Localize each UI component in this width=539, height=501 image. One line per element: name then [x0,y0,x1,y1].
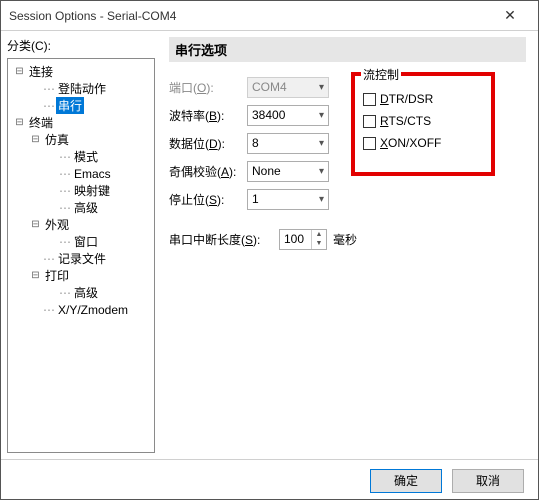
tree-connector: ⋯ [59,286,72,300]
titlebar: Session Options - Serial-COM4 ✕ [1,1,538,31]
tree-item[interactable]: ⋯高级 [10,199,152,216]
tree-connector: ⋯ [59,150,72,164]
baud-combo[interactable]: 38400 ▾ [247,105,329,126]
flow-control-groupbox: 流控制 DTR/DSRRTS/CTSXON/XOFF [351,72,495,176]
break-spinner[interactable]: 100 ▲ ▼ [279,229,327,250]
tree-item[interactable]: ⊟终端 [10,114,152,131]
tree-item-label: 终端 [27,114,55,131]
chevron-down-icon[interactable]: ▾ [319,194,324,205]
tree-item-label: 外观 [43,216,71,233]
serial-form: 流控制 DTR/DSRRTS/CTSXON/XOFF 端口(O): COM4 ▾… [169,74,526,252]
category-tree[interactable]: ⊟连接⋯登陆动作⋯串行⊟终端⊟仿真⋯模式⋯Emacs⋯映射键⋯高级⊟外观⋯窗口⋯… [7,58,155,453]
tree-connector: ⋯ [59,235,72,249]
port-combo: COM4 ▾ [247,77,329,98]
tree-item-label: X/Y/Zmodem [56,303,130,317]
tree-expander-icon[interactable]: ⊟ [30,219,41,230]
tree-item-label: 打印 [43,267,71,284]
spinner-down-icon[interactable]: ▼ [312,239,326,249]
tree-item[interactable]: ⋯登陆动作 [10,80,152,97]
parity-combo[interactable]: None ▾ [247,161,329,182]
port-label: 端口(O): [169,79,247,96]
tree-connector: ⋯ [59,184,72,198]
row-break: 串口中断长度(S): 100 ▲ ▼ 毫秒 [169,226,526,252]
checkbox-box[interactable] [363,93,376,106]
chevron-down-icon[interactable]: ▾ [319,138,324,149]
spinner-up-icon[interactable]: ▲ [312,230,326,240]
category-label: 分类(C): [7,37,155,54]
tree-item[interactable]: ⊟仿真 [10,131,152,148]
tree-connector: ⋯ [59,167,72,181]
tree-item-label: 连接 [27,63,55,80]
tree-item-label: Emacs [72,167,113,181]
tree-item[interactable]: ⋯X/Y/Zmodem [10,301,152,318]
checkbox-label: XON/XOFF [380,136,441,150]
chevron-down-icon[interactable]: ▾ [319,166,324,177]
tree-connector: ⋯ [43,99,56,113]
databits-combo[interactable]: 8 ▾ [247,133,329,154]
tree-item[interactable]: ⊟连接 [10,63,152,80]
tree-expander-icon[interactable]: ⊟ [14,117,25,128]
tree-item[interactable]: ⋯映射键 [10,182,152,199]
tree-item[interactable]: ⊟打印 [10,267,152,284]
tree-item-label: 高级 [72,199,100,216]
section-title: 串行选项 [169,37,526,62]
tree-connector: ⋯ [43,82,56,96]
break-label: 串口中断长度(S): [169,231,279,248]
baud-label: 波特率(B): [169,107,247,124]
chevron-down-icon[interactable]: ▾ [319,110,324,121]
flow-checkbox[interactable]: RTS/CTS [363,110,483,132]
tree-connector: ⋯ [43,303,56,317]
close-icon[interactable]: ✕ [490,2,530,30]
tree-item-label: 窗口 [72,233,100,250]
chevron-down-icon: ▾ [319,82,324,93]
tree-expander-icon[interactable]: ⊟ [30,134,41,145]
tree-item-label: 登陆动作 [56,80,108,97]
stopbits-label: 停止位(S): [169,191,247,208]
tree-item-label: 高级 [72,284,100,301]
flow-control-legend: 流控制 [361,66,401,80]
tree-item-label: 模式 [72,148,100,165]
parity-label: 奇偶校验(A): [169,163,247,180]
cancel-button[interactable]: 取消 [452,469,524,493]
tree-item[interactable]: ⋯记录文件 [10,250,152,267]
databits-label: 数据位(D): [169,135,247,152]
stopbits-combo[interactable]: 1 ▾ [247,189,329,210]
checkbox-label: DTR/DSR [380,92,433,106]
tree-item-label: 映射键 [72,182,112,199]
tree-item[interactable]: ⋯高级 [10,284,152,301]
checkbox-label: RTS/CTS [380,114,431,128]
tree-connector: ⋯ [43,252,56,266]
tree-connector: ⋯ [59,201,72,215]
ok-button[interactable]: 确定 [370,469,442,493]
checkbox-box[interactable] [363,137,376,150]
left-panel: 分类(C): ⊟连接⋯登陆动作⋯串行⊟终端⊟仿真⋯模式⋯Emacs⋯映射键⋯高级… [1,31,161,459]
tree-item-label: 串行 [56,97,84,114]
tree-item[interactable]: ⋯串行 [10,97,152,114]
tree-item[interactable]: ⊟外观 [10,216,152,233]
break-unit: 毫秒 [333,231,357,248]
checkbox-box[interactable] [363,115,376,128]
tree-item-label: 仿真 [43,131,71,148]
tree-item[interactable]: ⋯模式 [10,148,152,165]
tree-expander-icon[interactable]: ⊟ [14,66,25,77]
window-title: Session Options - Serial-COM4 [9,9,490,23]
tree-item[interactable]: ⋯窗口 [10,233,152,250]
row-stopbits: 停止位(S): 1 ▾ [169,186,526,212]
footer: 确定 取消 [1,459,538,501]
right-panel: 串行选项 流控制 DTR/DSR RTS/CTS XON/XOFF 端口(O): C… [161,31,538,459]
flow-checkbox[interactable]: XON/XOFF [363,132,483,154]
tree-item[interactable]: ⋯Emacs [10,165,152,182]
tree-expander-icon[interactable]: ⊟ [30,270,41,281]
flow-checkbox[interactable]: DTR/DSR [363,88,483,110]
tree-item-label: 记录文件 [56,250,108,267]
